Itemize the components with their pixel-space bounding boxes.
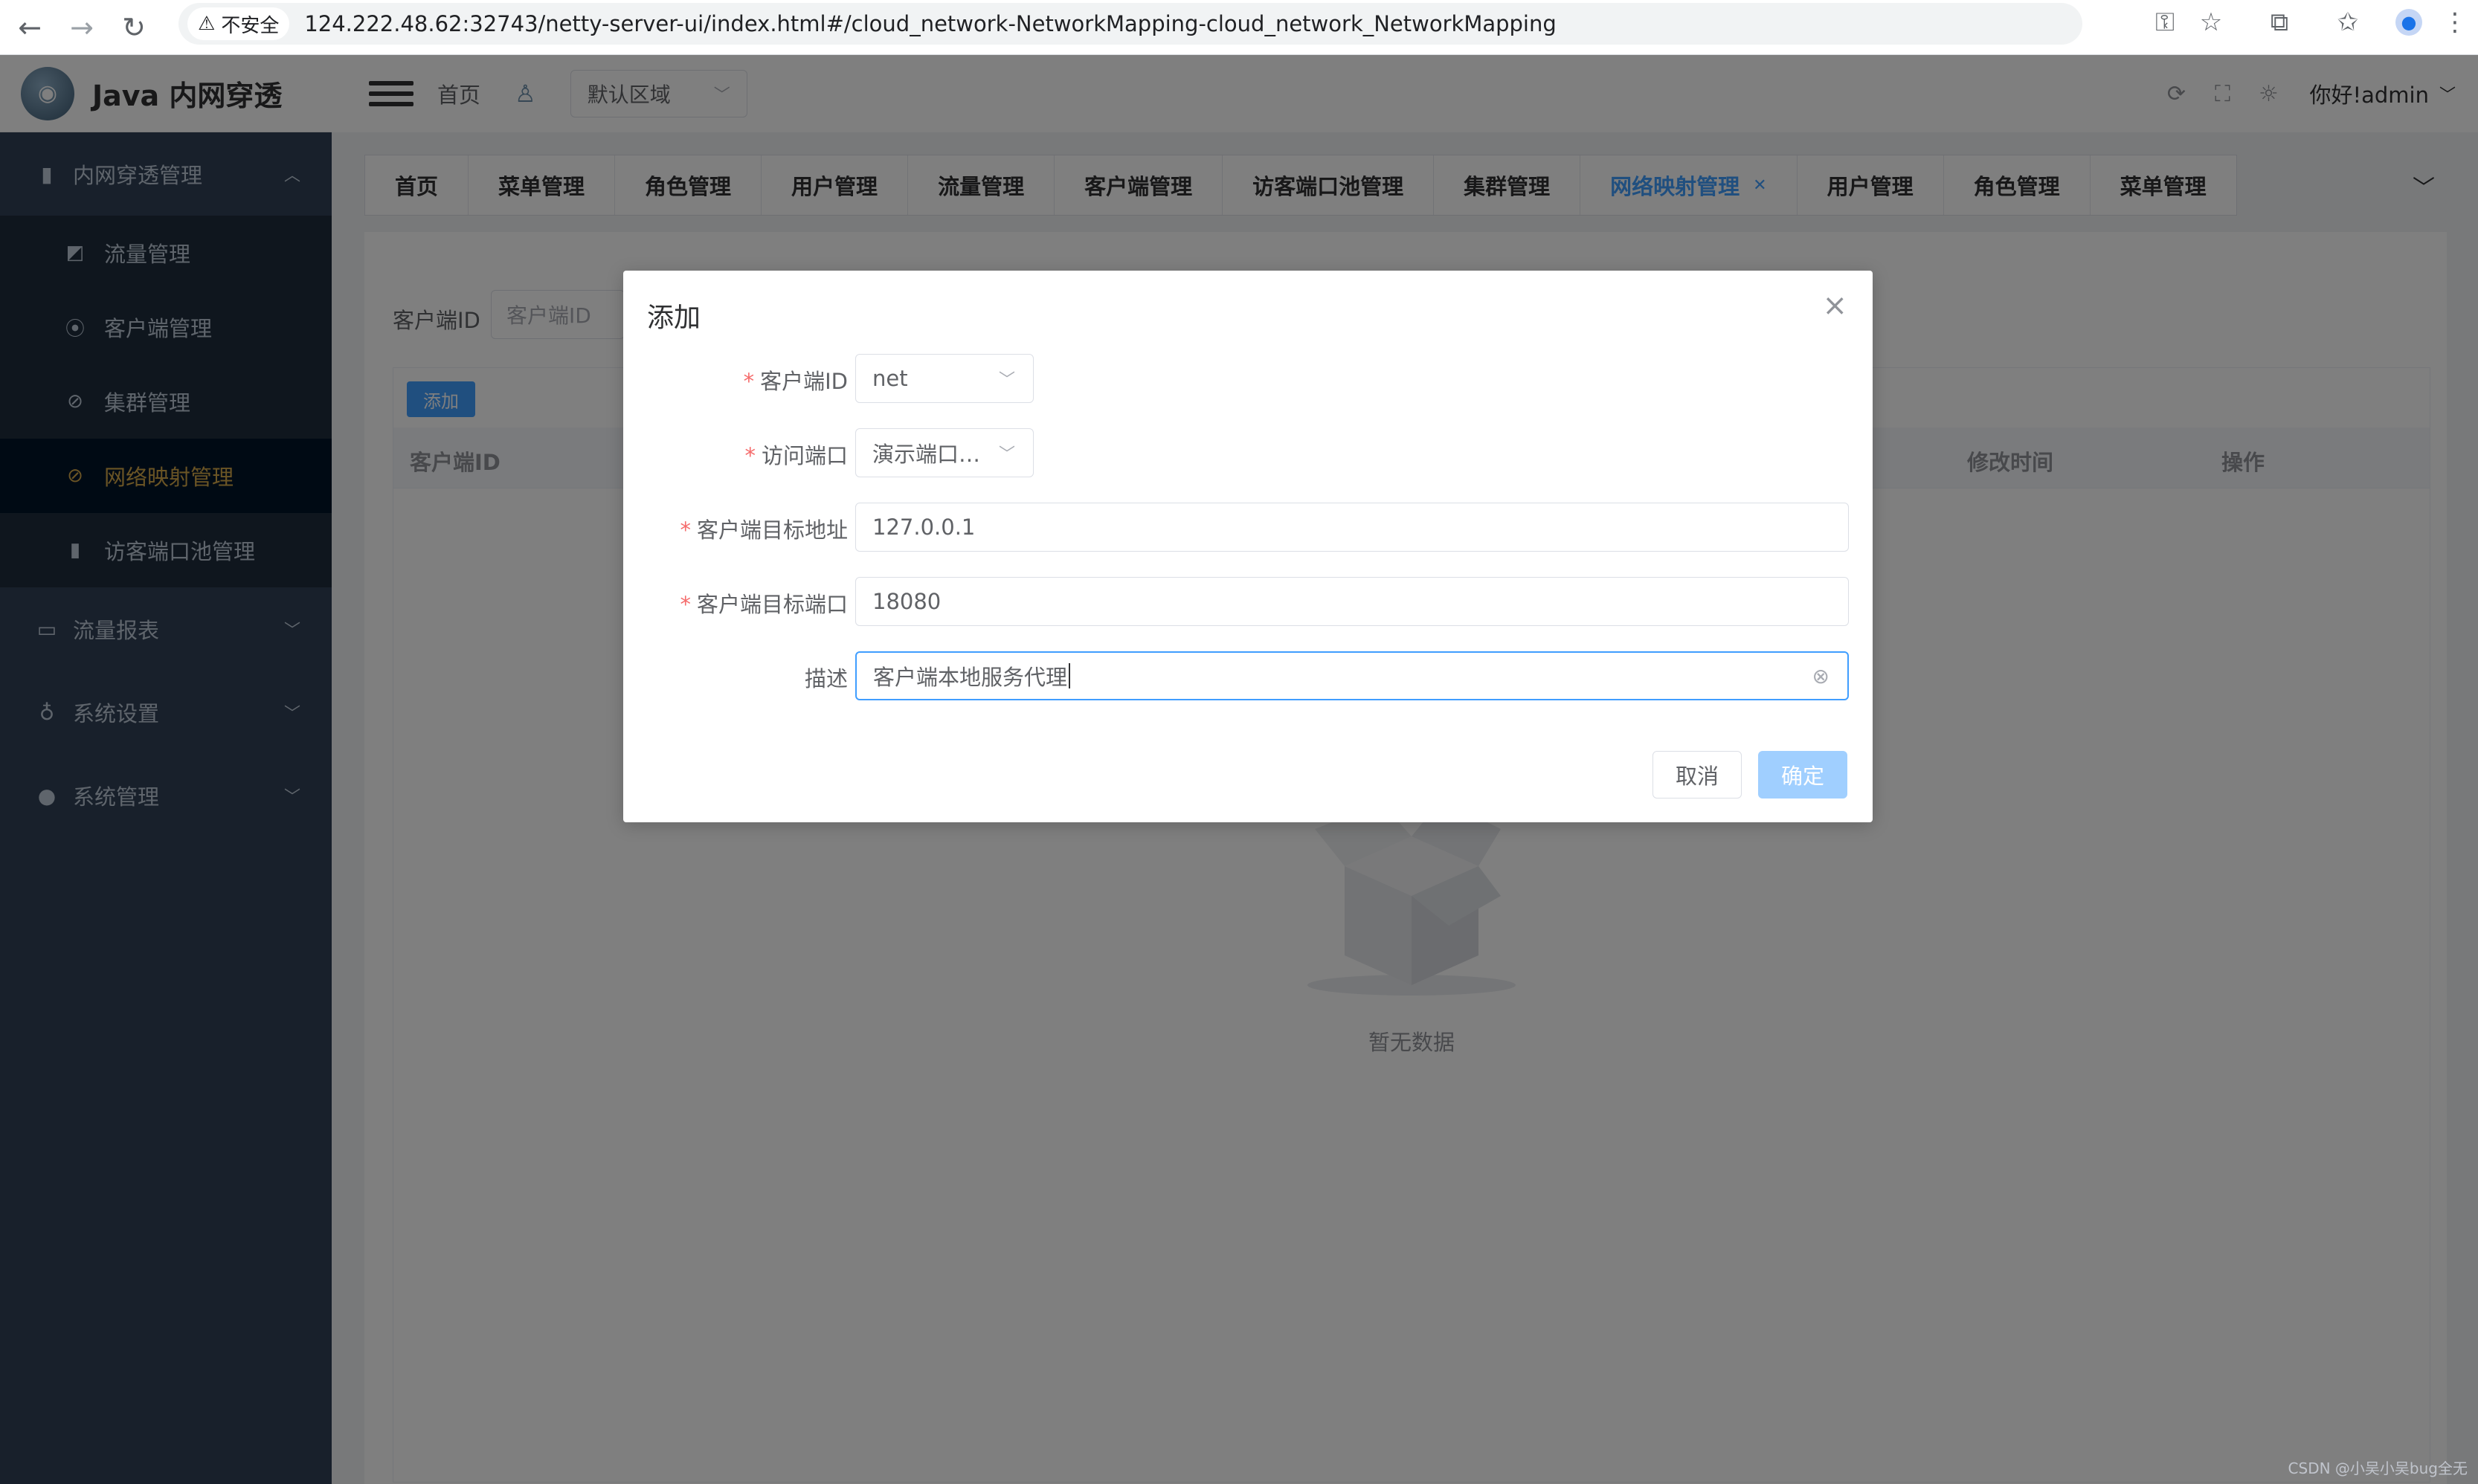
field-label: * 访问端口 (744, 443, 848, 468)
form-row-target-address: * 客户端目标地址 127.0.0.1 (623, 503, 1873, 552)
warning-icon: ⚠ (198, 13, 216, 35)
browser-toolbar: ← → ↻ ⚠ 不安全 124.222.48.62:32743/netty-se… (0, 0, 2478, 55)
input-value: 18080 (872, 589, 942, 614)
input-value: 客户端本地服务代理 (873, 665, 1068, 690)
back-icon[interactable]: ← (7, 5, 52, 50)
visitor-port-select[interactable]: 演示端口… ﹀ (855, 428, 1034, 477)
select-value: net (872, 366, 908, 391)
form-row-description: 描述 客户端本地服务代理 ⊗ (623, 651, 1873, 700)
field-label: * 客户端ID (743, 369, 848, 394)
insecure-label: 不安全 (221, 14, 280, 37)
target-port-input[interactable]: 18080 (855, 577, 1849, 626)
select-value: 演示端口… (872, 442, 981, 467)
security-chip[interactable]: ⚠ 不安全 (187, 7, 290, 40)
chevron-down-icon: ﹀ (998, 371, 1015, 390)
favorites-icon[interactable]: ✩ (2325, 0, 2371, 45)
bookmark-star-icon[interactable]: ☆ (2188, 0, 2234, 45)
add-dialog: 添加 × * 客户端ID net ﹀ * 访问端口 演示端口… ﹀ * 客户端目标地址… (623, 271, 1873, 822)
cancel-button[interactable]: 取消 (1652, 751, 1742, 799)
description-input[interactable]: 客户端本地服务代理 ⊗ (855, 651, 1849, 700)
key-icon[interactable]: ⚿ (2142, 0, 2188, 45)
reload-icon[interactable]: ↻ (112, 5, 156, 50)
target-address-input[interactable]: 127.0.0.1 (855, 503, 1849, 552)
chevron-down-icon: ﹀ (998, 445, 1015, 464)
close-icon[interactable]: × (1822, 288, 1847, 323)
clear-icon[interactable]: ⊗ (1812, 664, 1829, 688)
form-row-target-port: * 客户端目标端口 18080 (623, 577, 1873, 626)
forward-icon[interactable]: → (59, 5, 104, 50)
dialog-title: 添加 (647, 303, 701, 333)
url-text[interactable]: 124.222.48.62:32743/netty-server-ui/inde… (304, 11, 1556, 36)
more-menu-icon[interactable]: ⋮ (2432, 0, 2478, 45)
form-row-client-id: * 客户端ID net ﹀ (623, 354, 1873, 403)
watermark: CSDN @小吴小吴bug全无 (2288, 1459, 2468, 1477)
field-label: 描述 (804, 666, 848, 691)
extensions-icon[interactable]: ⧉ (2256, 0, 2302, 45)
confirm-button[interactable]: 确定 (1758, 751, 1847, 799)
address-bar[interactable]: ⚠ 不安全 124.222.48.62:32743/netty-server-u… (178, 3, 2082, 45)
field-label: * 客户端目标端口 (680, 592, 848, 617)
profile-icon[interactable]: ● (2386, 0, 2432, 45)
text-caret (1069, 663, 1071, 688)
client-id-select[interactable]: net ﹀ (855, 354, 1034, 403)
form-row-visitor-port: * 访问端口 演示端口… ﹀ (623, 428, 1873, 477)
input-value: 127.0.0.1 (872, 514, 976, 540)
field-label: * 客户端目标地址 (680, 517, 848, 543)
